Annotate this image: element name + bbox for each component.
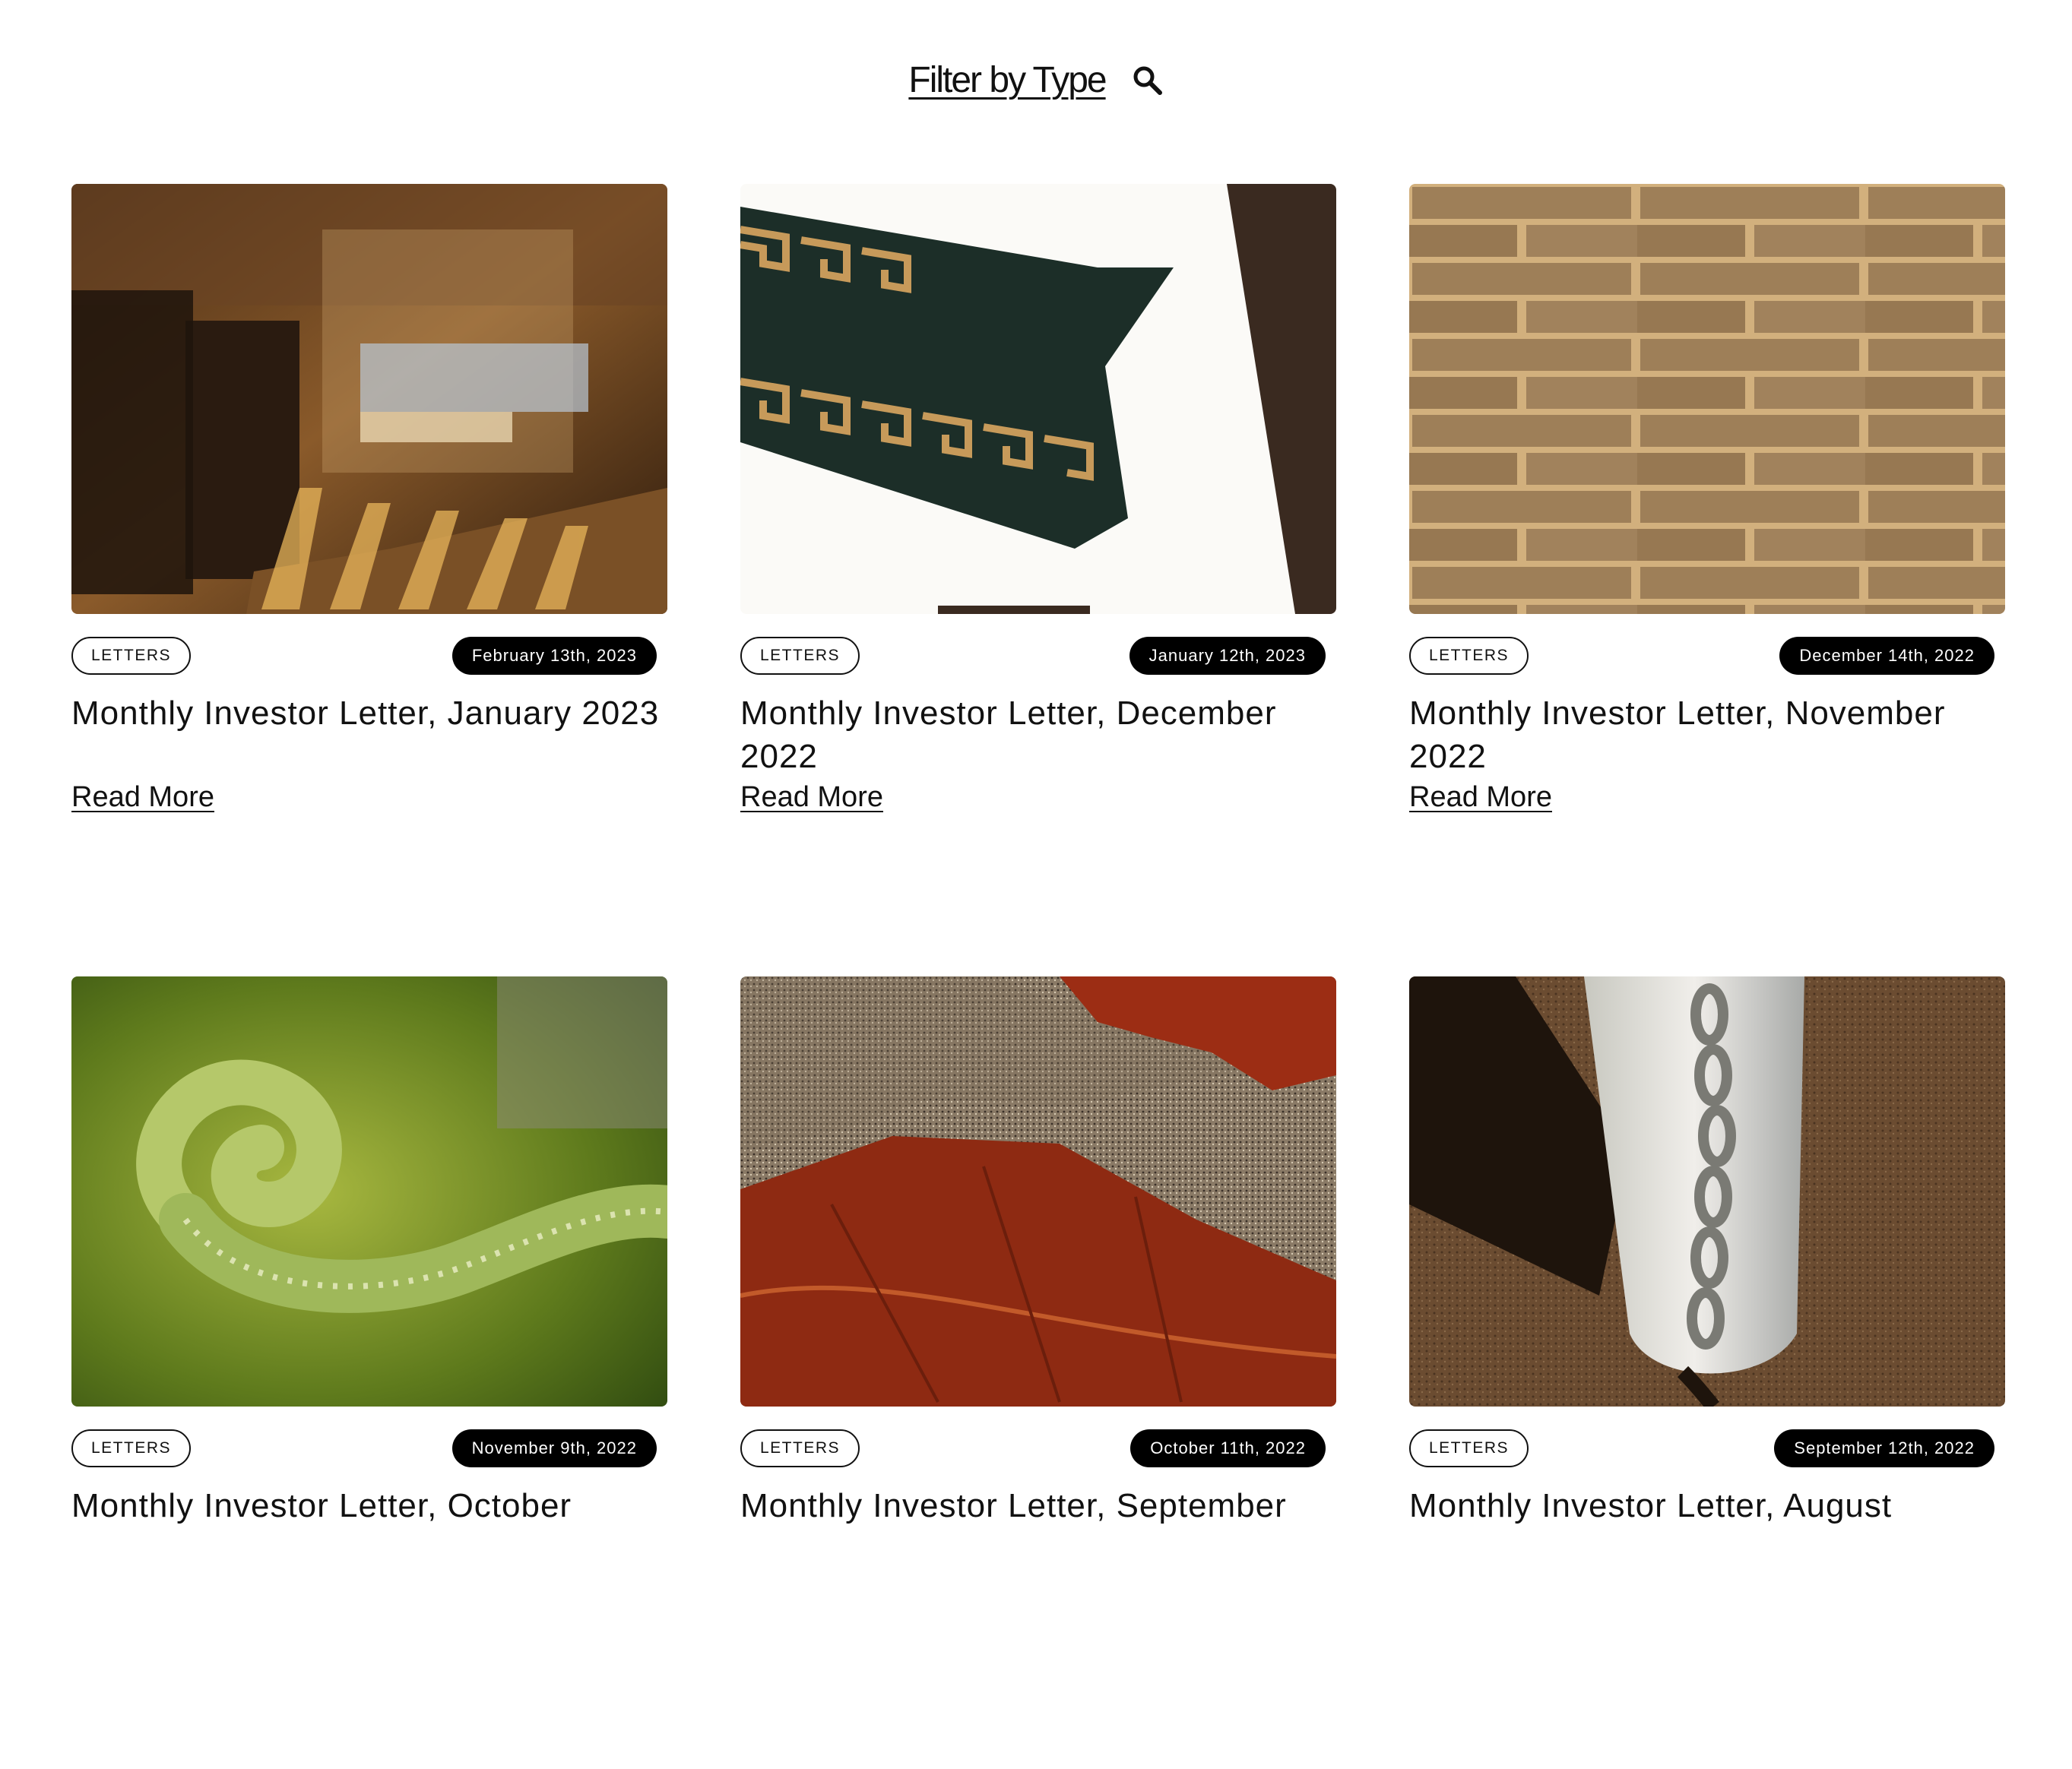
- post-meta: LETTERS January 12th, 2023: [740, 637, 1326, 675]
- date-badge: December 14th, 2022: [1779, 637, 1994, 675]
- read-more-link[interactable]: Read More: [740, 781, 883, 814]
- post-image-fern[interactable]: [71, 976, 667, 1407]
- post-card: LETTERS September 12th, 2022 Monthly Inv…: [1409, 976, 2005, 1769]
- read-more-link[interactable]: Read More: [1409, 781, 1552, 814]
- post-image-greek-key-banner[interactable]: [740, 184, 1336, 614]
- date-badge: January 12th, 2023: [1129, 637, 1326, 675]
- post-meta: LETTERS October 11th, 2022: [740, 1429, 1326, 1467]
- post-title[interactable]: Monthly Investor Letter, October: [71, 1484, 667, 1527]
- post-card: LETTERS January 12th, 2023 Monthly Inves…: [740, 184, 1336, 976]
- post-card: LETTERS February 13th, 2023 Monthly Inve…: [71, 184, 667, 976]
- type-tag[interactable]: LETTERS: [740, 637, 860, 675]
- post-card: LETTERS October 11th, 2022 Monthly Inves…: [740, 976, 1336, 1769]
- post-title[interactable]: Monthly Investor Letter, January 2023: [71, 691, 667, 735]
- filter-bar: Filter by Type: [0, 59, 2072, 101]
- type-tag[interactable]: LETTERS: [1409, 1429, 1529, 1467]
- post-meta: LETTERS December 14th, 2022: [1409, 637, 1994, 675]
- post-title[interactable]: Monthly Investor Letter, December 2022: [740, 691, 1336, 778]
- type-tag[interactable]: LETTERS: [71, 637, 192, 675]
- type-tag[interactable]: LETTERS: [740, 1429, 860, 1467]
- posts-grid: LETTERS February 13th, 2023 Monthly Inve…: [71, 184, 2006, 1769]
- post-image-store-interior[interactable]: [71, 184, 667, 614]
- post-title[interactable]: Monthly Investor Letter, August: [1409, 1484, 2005, 1527]
- date-badge: October 11th, 2022: [1130, 1429, 1326, 1467]
- post-card: LETTERS November 9th, 2022 Monthly Inves…: [71, 976, 667, 1769]
- date-badge: September 12th, 2022: [1774, 1429, 1994, 1467]
- post-meta: LETTERS September 12th, 2022: [1409, 1429, 1994, 1467]
- type-tag[interactable]: LETTERS: [71, 1429, 192, 1467]
- date-badge: February 13th, 2023: [451, 637, 657, 675]
- post-title[interactable]: Monthly Investor Letter, September: [740, 1484, 1336, 1527]
- post-title[interactable]: Monthly Investor Letter, November 2022: [1409, 691, 2005, 778]
- read-more-link[interactable]: Read More: [71, 781, 214, 814]
- post-image-white-post[interactable]: [1409, 976, 2005, 1407]
- post-image-brick-wall[interactable]: [1409, 184, 2005, 614]
- post-card: LETTERS December 14th, 2022 Monthly Inve…: [1409, 184, 2005, 976]
- date-badge: November 9th, 2022: [451, 1429, 657, 1467]
- post-meta: LETTERS February 13th, 2023: [71, 637, 657, 675]
- search-icon[interactable]: [1132, 65, 1164, 97]
- type-tag[interactable]: LETTERS: [1409, 637, 1529, 675]
- post-meta: LETTERS November 9th, 2022: [71, 1429, 657, 1467]
- post-image-red-leaf[interactable]: [740, 976, 1336, 1407]
- filter-by-type-link[interactable]: Filter by Type: [908, 59, 1107, 101]
